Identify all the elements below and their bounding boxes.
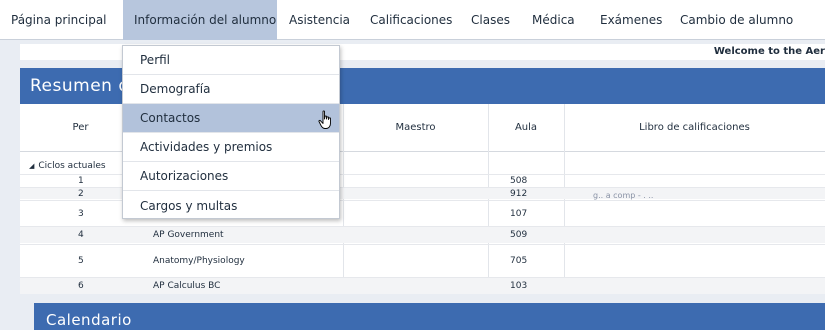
menu-item-demographics[interactable]: Demografía bbox=[123, 75, 339, 104]
period-cell: 5 bbox=[78, 256, 84, 266]
room-cell: 107 bbox=[510, 209, 528, 219]
period-cell: 1 bbox=[78, 176, 84, 186]
course-cell[interactable]: AP Calculus BC bbox=[153, 281, 220, 291]
hand-pointer-icon bbox=[318, 110, 331, 129]
col-header-room[interactable]: Aula bbox=[488, 122, 564, 133]
nav-item-classes[interactable]: Clases bbox=[471, 0, 510, 40]
room-cell: 912 bbox=[510, 189, 528, 199]
welcome-text: Welcome to the Aer bbox=[713, 46, 825, 57]
period-cell: 6 bbox=[78, 281, 84, 291]
menu-item-profile[interactable]: Perfil bbox=[123, 46, 339, 75]
nav-item-home[interactable]: Página principal bbox=[11, 0, 107, 40]
menu-item-fees-fines[interactable]: Cargos y multas bbox=[123, 191, 339, 220]
table-row[interactable]: 6 AP Calculus BC 103 bbox=[20, 277, 825, 294]
group-label: Ciclos actuales bbox=[38, 161, 106, 171]
nav-item-change-student[interactable]: Cambio de alumno bbox=[680, 0, 793, 40]
group-current-terms[interactable]: ◢ Ciclos actuales bbox=[20, 160, 106, 172]
gradebook-cell[interactable]: g.. a comp - . .. bbox=[593, 191, 653, 200]
menu-item-authorizations[interactable]: Autorizaciones bbox=[123, 162, 339, 191]
period-cell: 3 bbox=[78, 209, 84, 219]
menu-item-contacts[interactable]: Contactos bbox=[123, 104, 339, 133]
calendar-title: Calendario bbox=[46, 311, 132, 329]
room-cell: 509 bbox=[510, 230, 528, 240]
col-header-teacher[interactable]: Maestro bbox=[343, 122, 488, 133]
col-header-gradebook[interactable]: Libro de calificaciones bbox=[564, 122, 825, 133]
table-row[interactable]: 4 AP Government 509 bbox=[20, 226, 825, 243]
nav-item-grades[interactable]: Calificaciones bbox=[370, 0, 452, 40]
collapse-triangle-icon[interactable]: ◢ bbox=[29, 162, 34, 170]
course-cell[interactable]: AP Government bbox=[153, 230, 224, 240]
top-nav: Página principal Información del alumno … bbox=[0, 0, 825, 40]
calendar-panel-header: Calendario bbox=[34, 303, 825, 330]
room-cell: 705 bbox=[510, 256, 528, 266]
course-cell[interactable]: Anatomy/Physiology bbox=[153, 256, 245, 266]
nav-item-attendance[interactable]: Asistencia bbox=[289, 0, 350, 40]
menu-item-activities-awards[interactable]: Actividades y premios bbox=[123, 133, 339, 162]
nav-item-student-info[interactable]: Información del alumno bbox=[123, 0, 277, 40]
room-cell: 508 bbox=[510, 176, 528, 186]
period-cell: 2 bbox=[78, 189, 84, 199]
room-cell: 103 bbox=[510, 281, 528, 291]
nav-item-exams[interactable]: Exámenes bbox=[600, 0, 662, 40]
nav-item-medical[interactable]: Médica bbox=[532, 0, 575, 40]
table-row[interactable]: 5 Anatomy/Physiology 705 bbox=[20, 244, 825, 276]
student-info-dropdown: Perfil Demografía Contactos Actividades … bbox=[122, 45, 340, 219]
period-cell: 4 bbox=[78, 230, 84, 240]
